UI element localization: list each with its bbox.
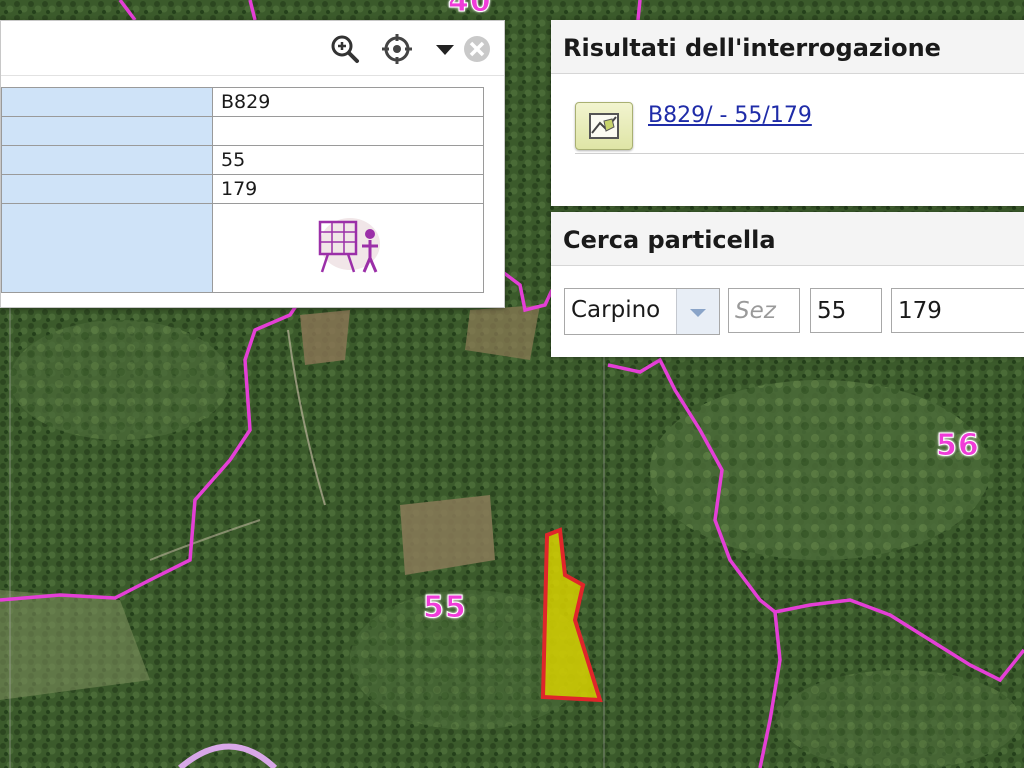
attribute-label: [1, 116, 213, 146]
locate-icon[interactable]: [381, 33, 413, 65]
close-icon[interactable]: [461, 33, 493, 65]
result-link[interactable]: B829/ - 55/179: [648, 103, 812, 128]
attribute-label: [1, 145, 213, 175]
show-on-map-button[interactable]: [575, 102, 633, 150]
chevron-down-icon[interactable]: [676, 289, 719, 334]
municipality-value: Carpino: [571, 297, 661, 323]
cadastral-map-person-icon[interactable]: [310, 214, 386, 278]
field-patch: [300, 310, 350, 365]
section-input[interactable]: [728, 288, 800, 333]
municipality-select[interactable]: Carpino: [564, 288, 720, 335]
sheet-input[interactable]: [810, 288, 882, 333]
sheet-label: 56: [936, 428, 980, 464]
dropdown-arrow-icon[interactable]: [429, 33, 461, 65]
map-parcel-icon: [589, 113, 619, 139]
table-row: [1, 116, 484, 146]
info-toolbar: [1, 21, 504, 76]
attribute-value: [212, 203, 484, 293]
sheet-label: 40: [448, 0, 492, 20]
table-row: 55: [1, 145, 484, 175]
parcel-search-panel: Cerca particella Carpino: [551, 212, 1024, 357]
sheet-label: 55: [423, 590, 467, 626]
results-title: Risultati dell'interrogazione: [563, 34, 941, 62]
parcel-input[interactable]: [891, 288, 1024, 333]
results-header: Risultati dell'interrogazione: [551, 20, 1024, 74]
attribute-label: [1, 87, 213, 117]
attribute-value: 179: [212, 174, 484, 204]
attribute-label: [1, 174, 213, 204]
attribute-table: B829 55 179: [1, 87, 484, 293]
table-row: [1, 203, 484, 293]
table-row: 179: [1, 174, 484, 204]
attribute-label: [1, 203, 213, 293]
attribute-value: 55: [212, 145, 484, 175]
feature-info-panel: B829 55 179: [0, 20, 505, 308]
zoom-in-icon[interactable]: [329, 33, 361, 65]
search-title: Cerca particella: [563, 226, 776, 254]
attribute-value: [212, 116, 484, 146]
divider: [575, 153, 1024, 154]
table-row: B829: [1, 87, 484, 117]
attribute-value: B829: [212, 87, 484, 117]
query-results-panel: Risultati dell'interrogazione B829/ - 55…: [551, 20, 1024, 206]
search-header: Cerca particella: [551, 212, 1024, 266]
